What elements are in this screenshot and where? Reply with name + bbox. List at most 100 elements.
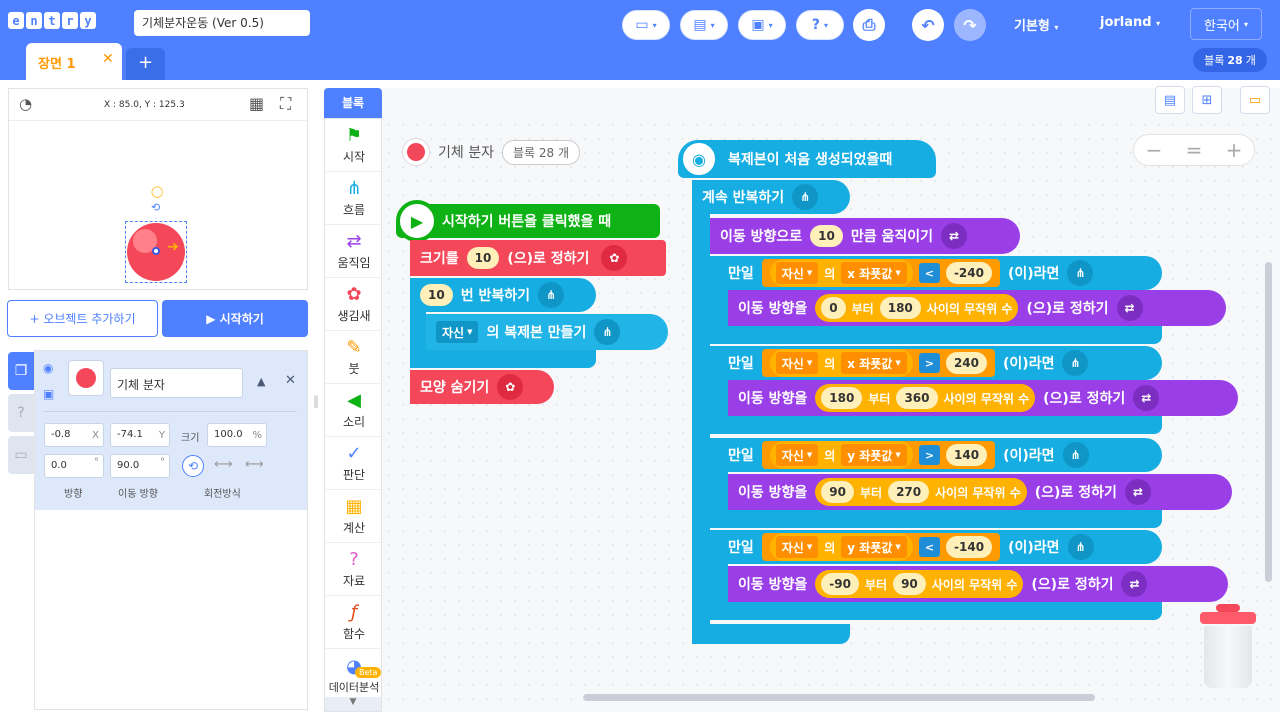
random-max-input[interactable]: 180 [879, 297, 921, 319]
random-number-block[interactable]: 90 부터 270 사이의 무작위 수 [815, 478, 1027, 506]
language-menu[interactable]: 한국어 ▾ [1190, 8, 1262, 40]
category-start[interactable]: ⚑ 시작 [325, 119, 383, 172]
comparison-block[interactable]: 자신 ▼ 의 y 좌푯값 ▼ < -140 [761, 533, 1001, 561]
object-dropdown[interactable]: 자신 ▼ [775, 444, 819, 466]
move-block[interactable]: 이동 방향으로 10 만큼 움직이기 ⇄ [710, 218, 1020, 254]
print-button[interactable]: ⎙ [853, 9, 885, 41]
if-block[interactable]: 만일 자신 ▼ 의 x 좌푯값 ▼ < -240 (이)라면 ⋔ [710, 256, 1162, 290]
coordinate-dropdown[interactable]: x 좌푯값 ▼ [841, 352, 907, 374]
vertical-scrollbar[interactable] [1265, 262, 1272, 582]
random-min-input[interactable]: 0 [821, 297, 846, 319]
horizontal-scrollbar[interactable] [583, 694, 1095, 701]
operator-dropdown[interactable]: < [918, 537, 941, 557]
category-judge[interactable]: ✓ 판단 [325, 437, 383, 490]
object-dropdown[interactable]: 자신 ▼ [775, 352, 819, 374]
coordinate-dropdown[interactable]: y 좌푯값 ▼ [841, 536, 907, 558]
rotate-horizontal-icon[interactable]: ⟷ [214, 457, 233, 472]
operator-dropdown[interactable]: > [918, 353, 940, 373]
redo-button[interactable]: ↷ [954, 9, 986, 41]
forever-block[interactable]: 계속 반복하기 ⋔ [692, 180, 850, 214]
delete-object-icon[interactable]: ✕ [285, 373, 296, 388]
file-menu-button[interactable]: ▤ ▾ [680, 10, 728, 40]
repeat-block[interactable]: 10 번 반복하기 ⋔ [410, 278, 596, 312]
object-card[interactable]: ◉ ▣ 기체 분자 ▲ ✕ -0.8 X -74.1 Y 크기 100.0% 0.0… [35, 351, 307, 510]
comparison-value-input[interactable]: 240 [945, 352, 988, 374]
set-size-block[interactable]: 크기를 10 (으)로 정하기 ✿ [410, 240, 666, 276]
center-point[interactable] [152, 247, 160, 255]
hide-block[interactable]: 모양 숨기기 ✿ [410, 370, 554, 404]
set-direction-block[interactable]: 이동 방향을 0 부터 180 사이의 무작위 수 (으)로 정하기 ⇄ [728, 290, 1226, 326]
rotate-none-icon[interactable]: ⟷ [245, 457, 264, 472]
random-min-input[interactable]: 90 [821, 481, 854, 503]
visibility-icon[interactable]: ◉ [43, 361, 53, 375]
category-sound[interactable]: ◀ 소리 [325, 384, 383, 437]
repeat-count-input[interactable]: 10 [420, 284, 453, 306]
comparison-block[interactable]: 자신 ▼ 의 x 좌푯값 ▼ >240 [761, 349, 996, 377]
object-dropdown[interactable]: 자신 ▼ [775, 536, 819, 558]
zoom-reset-button[interactable]: = [1186, 138, 1203, 162]
undo-button[interactable]: ↶ [912, 9, 944, 41]
mode-menu[interactable]: 기본형 ▾ [1014, 15, 1058, 34]
size-input[interactable]: 100.0% [207, 423, 267, 447]
random-max-input[interactable]: 90 [893, 573, 926, 595]
add-scene-button[interactable]: + [126, 48, 165, 80]
collapse-icon[interactable]: ▲ [257, 375, 265, 388]
random-max-input[interactable]: 270 [888, 481, 930, 503]
category-calc[interactable]: ▦ 계산 [325, 490, 383, 543]
zoom-in-button[interactable]: + [1226, 138, 1243, 162]
close-icon[interactable]: ✕ [102, 51, 114, 67]
random-number-block[interactable]: 180 부터 360 사이의 무작위 수 [815, 384, 1036, 412]
comparison-block[interactable]: 자신 ▼ 의 x 좌푯값 ▼ < -240 [761, 259, 1000, 287]
category-brush[interactable]: ✎ 붓 [325, 331, 383, 384]
category-move[interactable]: ⇄ 움직임 [325, 225, 383, 278]
operator-dropdown[interactable]: > [918, 445, 941, 465]
comparison-block[interactable]: 자신 ▼ 의 y 좌푯값 ▼ >140 [761, 441, 996, 469]
random-number-block[interactable]: -90 부터 90 사이의 무작위 수 [815, 570, 1024, 598]
random-min-input[interactable]: -90 [821, 573, 859, 595]
x-position-input[interactable]: -0.8 X [44, 423, 104, 447]
category-function[interactable]: ƒ 함수 [325, 596, 383, 649]
comment-button[interactable]: ▤ [1155, 86, 1185, 114]
tab-blocks[interactable]: 블록 [324, 88, 382, 118]
y-position-input[interactable]: -74.1 Y [110, 423, 170, 447]
if-block[interactable]: 만일 자신 ▼ 의 y 좌푯값 ▼ >140 (이)라면 ⋔ [710, 438, 1162, 472]
object-list-tab[interactable]: ❐ [8, 352, 34, 390]
rotate-handle-icon[interactable]: ◯ [151, 185, 163, 198]
trash-can-icon[interactable] [1198, 604, 1258, 690]
category-flow[interactable]: ⋔ 흐름 [325, 172, 383, 225]
speed-icon[interactable]: ◔ [19, 95, 32, 113]
coordinate-dropdown[interactable]: x 좌푯값 ▼ [841, 262, 907, 284]
palette-scroll-down[interactable]: ▼ [325, 697, 381, 711]
coordinate-block[interactable]: 자신 ▼ 의 x 좌푯값 ▼ [769, 259, 913, 287]
entry-logo[interactable]: e n t r y [8, 12, 96, 29]
random-max-input[interactable]: 360 [896, 387, 938, 409]
direction-input[interactable]: 0.0 ° [44, 454, 104, 478]
direction-arrow-icon[interactable]: ➔ [167, 239, 179, 255]
resize-handle-icon[interactable]: ‖ [313, 394, 319, 408]
category-looks[interactable]: ✿ 생김새 [325, 278, 383, 331]
fullscreen-icon[interactable]: ⛶ [280, 94, 291, 114]
set-direction-block[interactable]: 이동 방향을 90 부터 270 사이의 무작위 수 (으)로 정하기 ⇄ [728, 474, 1232, 510]
user-menu[interactable]: jorland ▾ [1100, 15, 1160, 30]
set-direction-block[interactable]: 이동 방향을 180 부터 360 사이의 무작위 수 (으)로 정하기 ⇄ [728, 380, 1238, 416]
object-dropdown[interactable]: 자신 ▼ [775, 262, 819, 284]
size-value-input[interactable]: 10 [466, 247, 500, 269]
comparison-value-input[interactable]: -240 [945, 262, 992, 284]
start-button[interactable]: ▶ 시작하기 [162, 300, 308, 337]
rotate-free-button[interactable]: ⟲ [182, 455, 204, 477]
random-number-block[interactable]: 0 부터 180 사이의 무작위 수 [815, 294, 1019, 322]
comparison-value-input[interactable]: 140 [946, 444, 988, 466]
block-backpack-button[interactable]: ▭ [1240, 86, 1270, 114]
object-name-input[interactable]: 기체 분자 [110, 368, 243, 398]
layout-menu-button[interactable]: ▭ ▾ [622, 10, 670, 40]
project-title-input[interactable]: 기체분자운동 (Ver 0.5) [134, 10, 310, 36]
zoom-out-button[interactable]: − [1146, 138, 1163, 162]
comparison-value-input[interactable]: -140 [946, 536, 993, 558]
create-clone-block[interactable]: 자신 ▼ 의 복제본 만들기 ⋔ [426, 314, 668, 350]
move-distance-input[interactable]: 10 [810, 225, 843, 247]
coordinate-block[interactable]: 자신 ▼ 의 x 좌푯값 ▼ [769, 349, 913, 377]
coordinate-block[interactable]: 자신 ▼ 의 y 좌푯값 ▼ [769, 533, 913, 561]
grid-icon[interactable]: ▦ [249, 94, 264, 113]
set-direction-block[interactable]: 이동 방향을 -90 부터 90 사이의 무작위 수 (으)로 정하기 ⇄ [728, 566, 1228, 602]
clone-target-dropdown[interactable]: 자신 ▼ [436, 321, 479, 343]
